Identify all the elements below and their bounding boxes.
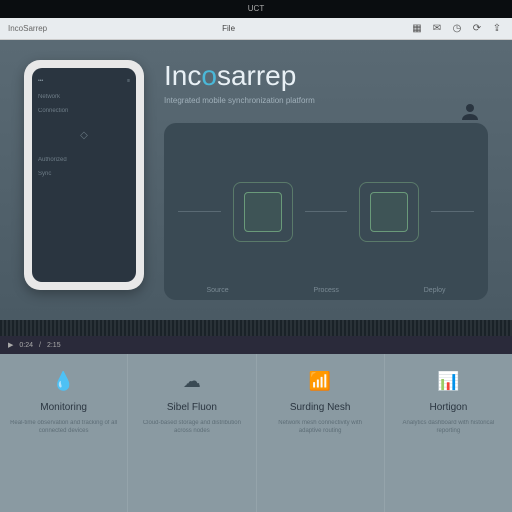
brand-suffix: sarrep — [217, 60, 296, 91]
feature-card[interactable]: 💧 Monitoring Real-time observation and t… — [0, 354, 128, 512]
signal-icon: 📶 — [307, 368, 333, 394]
title-bar-label: UCT — [248, 4, 264, 13]
feature-title: Sibel Fluon — [138, 402, 245, 413]
toolbar-tab-file[interactable]: File — [214, 22, 243, 35]
feature-desc: Real-time observation and tracking of al… — [10, 419, 117, 436]
video-time-current: 0:24 — [19, 342, 33, 349]
grid-icon[interactable]: ▦ — [410, 22, 424, 36]
diagram-connector — [178, 211, 221, 212]
phone-menu-item: Connection — [38, 108, 130, 114]
diagram-label: Source — [206, 287, 228, 294]
phone-mockup: ••• ≡ Network Connection ◇ Authorized Sy… — [24, 60, 144, 290]
feature-desc: Cloud-based storage and distribution acr… — [138, 419, 245, 436]
feature-card[interactable]: 📶 Surding Nesh Network mesh connectivity… — [257, 354, 385, 512]
diagram-label: Deploy — [424, 287, 446, 294]
diagram-label: Process — [314, 287, 339, 294]
diagram-connector — [431, 211, 474, 212]
phone-menu-item: Network — [38, 94, 130, 100]
brand-accent: o — [201, 60, 217, 91]
phone-screen: ••• ≡ Network Connection ◇ Authorized Sy… — [32, 68, 136, 282]
diagram-connector — [305, 211, 348, 212]
diagram-node — [359, 182, 419, 242]
diagram-node — [233, 182, 293, 242]
video-time-separator: / — [39, 342, 41, 349]
cloud-icon: ☁ — [179, 368, 205, 394]
video-time-total: 2:15 — [47, 342, 61, 349]
brand-prefix: Inc — [164, 60, 201, 91]
phone-menu-item: Sync — [38, 171, 130, 177]
tagline: Integrated mobile synchronization platfo… — [164, 96, 488, 105]
brand-title: Incosarrep — [164, 60, 488, 92]
video-control-bar: ▶ 0:24 / 2:15 — [0, 336, 512, 354]
phone-status-bar: ••• ≡ — [38, 78, 130, 86]
avatar-badge[interactable] — [458, 100, 482, 124]
chart-icon: 📊 — [435, 368, 461, 394]
diagram-labels: Source Process Deploy — [164, 287, 488, 294]
toolbar: IncoSarrep File ▦ ✉ ◷ ⟳ ⇪ — [0, 18, 512, 40]
toolbar-brand-label: IncoSarrep — [8, 24, 47, 33]
feature-title: Monitoring — [10, 402, 117, 413]
chat-icon[interactable]: ✉ — [430, 22, 444, 36]
feature-desc: Network mesh connectivity with adaptive … — [267, 419, 374, 436]
play-icon[interactable]: ▶ — [8, 341, 13, 349]
feature-title: Surding Nesh — [267, 402, 374, 413]
hero-content: Incosarrep Integrated mobile synchroniza… — [164, 60, 488, 300]
feature-title: Hortigon — [395, 402, 502, 413]
section-divider — [0, 320, 512, 336]
phone-status-right: ≡ — [127, 78, 130, 86]
refresh-icon[interactable]: ⟳ — [470, 22, 484, 36]
phone-center-icon: ◇ — [38, 130, 130, 141]
phone-menu-item: Authorized — [38, 157, 130, 163]
clock-icon[interactable]: ◷ — [450, 22, 464, 36]
feature-card[interactable]: 📊 Hortigon Analytics dashboard with hist… — [385, 354, 512, 512]
feature-desc: Analytics dashboard with historical repo… — [395, 419, 502, 436]
architecture-diagram: Source Process Deploy — [164, 123, 488, 300]
title-bar: UCT — [0, 0, 512, 18]
hero-section: ••• ≡ Network Connection ◇ Authorized Sy… — [0, 40, 512, 320]
share-icon[interactable]: ⇪ — [490, 22, 504, 36]
droplet-icon: 💧 — [51, 368, 77, 394]
phone-status-left: ••• — [38, 78, 43, 86]
feature-card[interactable]: ☁ Sibel Fluon Cloud-based storage and di… — [128, 354, 256, 512]
features-row: 💧 Monitoring Real-time observation and t… — [0, 354, 512, 512]
